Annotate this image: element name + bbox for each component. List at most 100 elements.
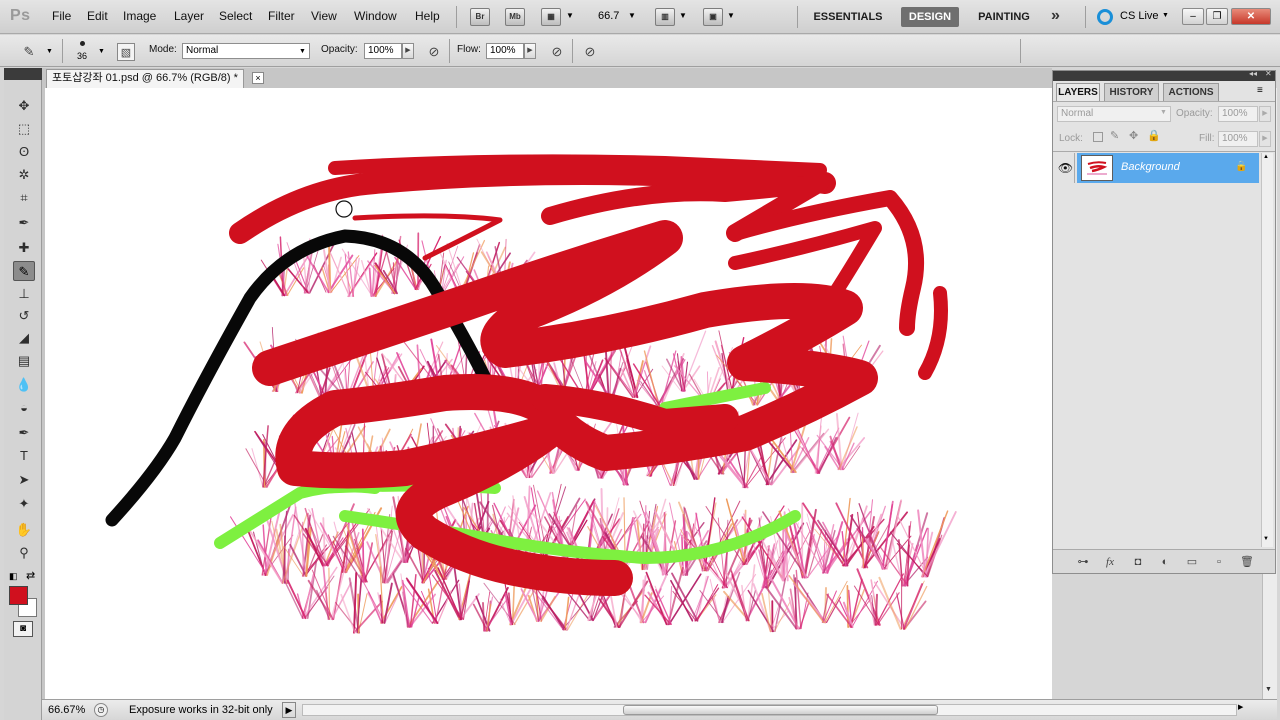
fx-icon[interactable]: fx bbox=[1102, 555, 1118, 569]
layer-opacity-slider-icon[interactable]: ▶ bbox=[1259, 106, 1271, 122]
fill-slider-icon[interactable]: ▶ bbox=[1259, 131, 1271, 147]
add-mask-icon[interactable]: ◘ bbox=[1130, 555, 1146, 569]
airbrush-icon[interactable]: ⊘ bbox=[548, 43, 566, 61]
fill-input[interactable]: 100% bbox=[1218, 131, 1258, 147]
move-tool-icon[interactable]: ✥ bbox=[13, 96, 35, 116]
spot-healing-tool-icon[interactable]: ✚ bbox=[13, 238, 35, 258]
document-tab[interactable]: 포토샵강좌 01.psd @ 66.7% (RGB/8) * bbox=[46, 69, 244, 88]
path-selection-tool-icon[interactable]: ➤ bbox=[13, 470, 35, 490]
default-colors-icon[interactable]: ◧ bbox=[9, 571, 18, 582]
zoom-tool-icon[interactable]: ⚲ bbox=[13, 543, 35, 563]
quick-mask-icon[interactable]: ◙ bbox=[13, 621, 33, 637]
close-panel-icon[interactable]: ✕ bbox=[1265, 69, 1272, 78]
clone-stamp-tool-icon[interactable]: ⊥ bbox=[13, 284, 35, 304]
workspace-essentials[interactable]: ESSENTIALS bbox=[806, 7, 890, 27]
lasso-tool-icon[interactable]: ʘ bbox=[13, 142, 35, 162]
status-preview-icon[interactable]: ◷ bbox=[94, 703, 108, 717]
lock-image-icon[interactable]: ✎ bbox=[1110, 129, 1119, 142]
canvas-horizontal-scrollbar[interactable] bbox=[302, 704, 1237, 716]
menu-filter[interactable]: Filter bbox=[268, 9, 295, 23]
status-menu-arrow-icon[interactable]: ▶ bbox=[282, 702, 296, 718]
tablet-pressure-opacity-icon[interactable]: ⊘ bbox=[425, 43, 443, 61]
blend-mode-dropdown-icon[interactable]: ▼ bbox=[1160, 109, 1167, 116]
panel-menu-icon[interactable]: ≡ bbox=[1257, 85, 1263, 96]
adjustment-layer-icon[interactable]: ◐ bbox=[1157, 555, 1173, 569]
menu-help[interactable]: Help bbox=[415, 9, 440, 23]
cs-live-dropdown-icon[interactable]: ▼ bbox=[1162, 12, 1169, 19]
collapse-panel-icon[interactable]: ◂◂ bbox=[1249, 69, 1257, 78]
brush-preview-dot-icon[interactable] bbox=[80, 41, 85, 46]
type-tool-icon[interactable]: T bbox=[13, 446, 35, 466]
cs-live-button[interactable]: CS Live bbox=[1120, 10, 1159, 22]
menu-edit[interactable]: Edit bbox=[87, 9, 108, 23]
hand-tool-icon[interactable]: ✋ bbox=[13, 520, 35, 540]
tool-preset-dropdown-icon[interactable]: ▼ bbox=[46, 48, 53, 55]
eraser-tool-icon[interactable]: ◢ bbox=[13, 328, 35, 348]
tab-layers[interactable]: LAYERS bbox=[1056, 83, 1100, 101]
trash-icon[interactable]: 🗑 bbox=[1239, 555, 1255, 569]
menu-image[interactable]: Image bbox=[123, 9, 156, 23]
view-extras-dropdown-icon[interactable]: ▼ bbox=[566, 11, 574, 20]
menu-view[interactable]: View bbox=[311, 9, 337, 23]
shape-tool-icon[interactable]: ✦ bbox=[13, 494, 35, 514]
new-group-icon[interactable]: ▭ bbox=[1184, 555, 1200, 569]
brush-picker-dropdown-icon[interactable]: ▼ bbox=[98, 48, 105, 55]
tablet-pressure-size-icon[interactable]: ⊘ bbox=[581, 43, 599, 61]
layers-panel-grip[interactable]: ◂◂ ✕ bbox=[1053, 69, 1275, 81]
screen-mode-button[interactable]: ▣ bbox=[703, 8, 723, 26]
document-canvas[interactable] bbox=[45, 88, 1052, 699]
opacity-slider-icon[interactable]: ▶ bbox=[402, 43, 414, 59]
history-brush-tool-icon[interactable]: ↺ bbox=[13, 306, 35, 326]
brush-size-value[interactable]: 36 bbox=[77, 51, 87, 61]
tab-history[interactable]: HISTORY bbox=[1104, 83, 1159, 101]
layer-row-background[interactable]: Background 🔒 bbox=[1077, 153, 1259, 183]
swap-colors-icon[interactable]: ⇄ bbox=[26, 569, 35, 582]
close-document-icon[interactable]: × bbox=[252, 72, 264, 84]
layers-scrollbar[interactable]: ▲ ▼ bbox=[1261, 153, 1273, 547]
scroll-down-icon[interactable]: ▼ bbox=[1265, 686, 1272, 693]
brush-panel-toggle-icon[interactable]: ▧ bbox=[117, 43, 135, 61]
layer-name[interactable]: Background bbox=[1121, 161, 1180, 173]
screen-mode-dropdown-icon[interactable]: ▼ bbox=[727, 11, 735, 20]
flow-input[interactable]: 100% bbox=[486, 43, 524, 59]
more-workspaces-icon[interactable]: » bbox=[1051, 7, 1060, 25]
view-extras-button[interactable]: ▦ bbox=[541, 8, 561, 26]
layer-opacity-input[interactable]: 100% bbox=[1218, 106, 1258, 122]
foreground-color-swatch[interactable] bbox=[9, 586, 28, 605]
mode-select[interactable]: Normal bbox=[182, 43, 310, 59]
opacity-input[interactable]: 100% bbox=[364, 43, 402, 59]
lock-transparent-icon[interactable] bbox=[1093, 132, 1103, 142]
minimize-button[interactable]: – bbox=[1182, 8, 1204, 25]
workspace-design[interactable]: DESIGN bbox=[901, 7, 959, 27]
workspace-painting[interactable]: PAINTING bbox=[968, 7, 1040, 27]
menu-window[interactable]: Window bbox=[354, 9, 397, 23]
lock-all-icon[interactable]: 🔒 bbox=[1147, 129, 1161, 142]
tab-actions[interactable]: ACTIONS bbox=[1163, 83, 1219, 101]
lock-position-icon[interactable]: ✥ bbox=[1129, 129, 1138, 142]
new-layer-icon[interactable]: ▫ bbox=[1211, 555, 1227, 569]
gradient-tool-icon[interactable]: ▤ bbox=[13, 351, 35, 371]
scroll-right-icon[interactable]: ▶ bbox=[1238, 703, 1243, 711]
bridge-button[interactable]: Br bbox=[470, 8, 490, 26]
brush-tool-icon[interactable]: ✎ bbox=[13, 261, 35, 281]
layer-visibility-eye-icon[interactable]: 👁 bbox=[1057, 153, 1075, 183]
status-zoom[interactable]: 66.67% bbox=[48, 704, 85, 716]
zoom-level-menu[interactable]: 66.7 bbox=[598, 10, 619, 22]
pen-tool-icon[interactable]: ✒ bbox=[13, 423, 35, 443]
menu-layer[interactable]: Layer bbox=[174, 9, 204, 23]
zoom-dropdown-icon[interactable]: ▼ bbox=[628, 11, 636, 20]
menu-select[interactable]: Select bbox=[219, 9, 252, 23]
eyedropper-tool-icon[interactable]: ✒ bbox=[13, 213, 35, 233]
crop-tool-icon[interactable]: ⌗ bbox=[13, 188, 35, 208]
mode-dropdown-icon[interactable]: ▼ bbox=[299, 48, 306, 55]
blend-mode-select[interactable]: Normal bbox=[1057, 106, 1171, 122]
menu-file[interactable]: File bbox=[52, 9, 71, 23]
dodge-tool-icon[interactable]: ◒ bbox=[13, 398, 35, 418]
marquee-tool-icon[interactable]: ⬚ bbox=[13, 119, 35, 139]
arrange-documents-button[interactable]: ▥ bbox=[655, 8, 675, 26]
link-layers-icon[interactable]: ⊶ bbox=[1075, 555, 1091, 569]
mini-bridge-button[interactable]: Mb bbox=[505, 8, 525, 26]
quick-selection-tool-icon[interactable]: ✲ bbox=[13, 165, 35, 185]
restore-button[interactable]: ❐ bbox=[1206, 8, 1228, 25]
layers-scroll-up-icon[interactable]: ▲ bbox=[1263, 154, 1269, 160]
